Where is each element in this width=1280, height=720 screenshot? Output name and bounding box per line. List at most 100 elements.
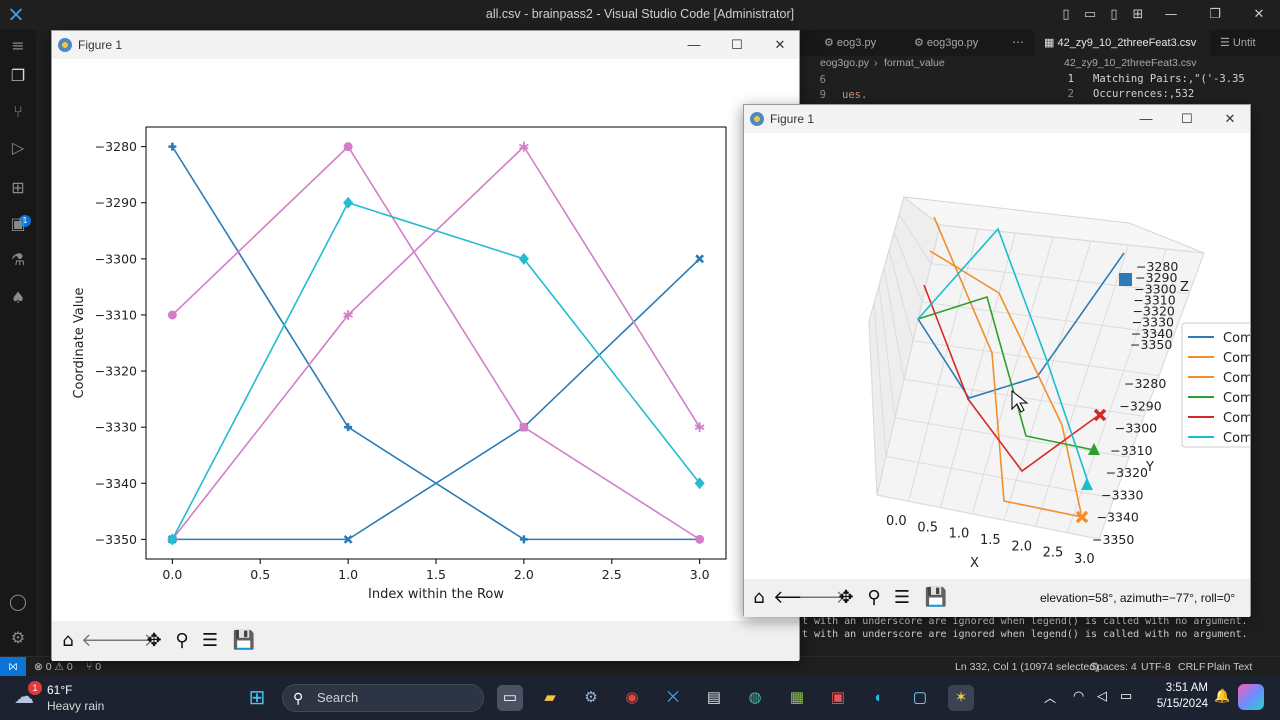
tab-eog3go[interactable]: ⚙ eog3go.py	[904, 30, 978, 56]
cursor-position[interactable]: Ln 332, Col 1 (10974 selected)	[955, 657, 1099, 677]
line-number: 6	[819, 74, 826, 86]
extensions-icon[interactable]: ⊞	[6, 176, 30, 200]
configure-subplots-icon[interactable]: ☰	[198, 629, 222, 653]
taskbar-search[interactable]: ⚲ Search	[282, 684, 484, 712]
tab-eog3[interactable]: ⚙ eog3.py	[814, 30, 876, 56]
battery-icon[interactable]: ▭	[1120, 688, 1132, 704]
minimize-icon[interactable]: —	[1124, 105, 1168, 133]
customize-layout-icon[interactable]: ⊞	[1127, 4, 1149, 26]
x-tick-label: 1.0	[949, 527, 970, 542]
edge-icon[interactable]: ◐	[866, 685, 892, 711]
leaf-extension-icon[interactable]: ♠	[6, 286, 30, 310]
accounts-icon[interactable]: ◯	[6, 590, 30, 614]
toggle-secondary-sidebar-icon[interactable]: ▯	[1103, 4, 1125, 26]
figure-titlebar[interactable]: Figure 1 — ☐ ✕	[744, 105, 1250, 133]
vscode-icon[interactable]: ⨉	[660, 685, 686, 711]
camera-app-icon[interactable]: ▢	[907, 685, 933, 711]
more-actions-icon[interactable]: ⋯	[1012, 35, 1024, 49]
breadcrumb-file[interactable]: eog3go.py	[820, 57, 869, 69]
file-explorer-icon[interactable]: ▰	[537, 685, 563, 711]
figure-canvas[interactable]: 0.0 0.5 1.0 1.5 2.0 2.5 3.0 X −3280 −3290 −3300 −33…	[744, 133, 1263, 579]
x-tick-label: 3.0	[1074, 552, 1095, 567]
close-icon[interactable]: ✕	[1208, 105, 1252, 133]
pan-icon[interactable]: ✥	[142, 629, 166, 653]
home-icon[interactable]: ⌂	[747, 586, 771, 610]
notepad-icon[interactable]: ▤	[701, 685, 727, 711]
save-icon[interactable]: 💾	[232, 629, 256, 653]
y-tick-label: −3310	[1110, 443, 1152, 458]
terminal-output: t with an underscore are ignored when le…	[800, 615, 1280, 645]
forward-arrow-icon[interactable]: 🡒	[106, 629, 154, 653]
remote-explorer-icon[interactable]: ▣	[6, 212, 30, 236]
close-icon[interactable]: ✕	[758, 31, 802, 59]
y-tick-label: −3280	[95, 139, 137, 154]
errors-count: 0	[45, 661, 52, 673]
legend-label: Com	[1223, 371, 1250, 386]
wifi-icon[interactable]: ◠	[1073, 688, 1084, 704]
maximize-icon[interactable]: ☐	[1165, 105, 1209, 133]
start-windows-icon[interactable]: ⊞	[244, 685, 270, 711]
tab-label: eog3.py	[836, 37, 877, 49]
restore-icon[interactable]: ❐	[1204, 4, 1226, 26]
clock-date[interactable]: 5/15/2024	[1142, 698, 1208, 710]
clock-time[interactable]: 3:51 AM	[1152, 682, 1208, 694]
minimize-icon[interactable]: —	[672, 31, 716, 59]
settings-icon[interactable]: ⚙	[578, 685, 604, 711]
toggle-primary-sidebar-icon[interactable]: ▯	[1055, 4, 1077, 26]
task-view-icon[interactable]: ▭	[497, 685, 523, 711]
breadcrumb-symbol[interactable]: format_value	[884, 57, 945, 69]
figure-titlebar[interactable]: Figure 1 — ☐ ✕	[52, 31, 799, 59]
forward-arrow-icon[interactable]: 🡒	[798, 586, 846, 610]
show-hidden-icons[interactable]: ︿	[1044, 689, 1056, 706]
zoom-icon[interactable]: ⚲	[170, 629, 194, 653]
tab-untitled[interactable]: ☰ Untit	[1210, 30, 1256, 56]
configure-subplots-icon[interactable]: ☰	[890, 586, 914, 610]
notification-bell-icon[interactable]: 🔔	[1214, 688, 1230, 704]
y-tick-label: −3280	[1124, 376, 1166, 391]
back-arrow-icon[interactable]: 🡐	[773, 586, 821, 610]
figure-canvas[interactable]: 0.0 0.5 1.0 1.5 2.0 2.5 3.0 −3280 −3290 −3300 −331…	[52, 59, 799, 621]
data-point	[343, 142, 353, 152]
menu-icon[interactable]: ≡	[6, 34, 30, 58]
remote-indicator-icon[interactable]: ⨝	[0, 657, 26, 677]
y-axis-label: Coordinate Value	[72, 287, 87, 398]
zoom-icon[interactable]: ⚲	[862, 586, 886, 610]
y-tick-label: −3330	[95, 420, 137, 435]
explorer-icon[interactable]: ❐	[6, 64, 30, 88]
home-icon[interactable]: ⌂	[56, 629, 80, 653]
x-tick-label: 1.0	[338, 567, 358, 582]
y-tick-label: −3350	[1092, 532, 1134, 547]
figure-toolbar: ⌂ 🡐 🡒 ✥ ⚲ ☰ 💾 elevation=58°, azimuth=−77…	[744, 579, 1250, 617]
toggle-panel-icon[interactable]: ▭	[1079, 4, 1101, 26]
y-tick-label: −3300	[95, 251, 137, 266]
tab-label: eog3go.py	[926, 37, 979, 49]
eol[interactable]: CRLF	[1178, 657, 1205, 677]
z-tick-label: −3350	[1130, 337, 1172, 352]
maximize-icon[interactable]: ☐	[715, 31, 759, 59]
minimize-icon[interactable]: —	[1160, 4, 1182, 26]
source-control-icon[interactable]: ⑂	[6, 100, 30, 124]
tab-csv[interactable]: ▦ 42_zy9_10_2threeFeat3.csv	[1034, 30, 1210, 56]
volume-icon[interactable]: ◁	[1097, 688, 1107, 704]
search-icon: ⚲	[293, 690, 304, 706]
weather-temp[interactable]: 61°F	[47, 683, 72, 697]
run-debug-icon[interactable]: ▷	[6, 136, 30, 160]
weather-desc[interactable]: Heavy rain	[47, 699, 104, 713]
back-arrow-icon[interactable]: 🡐	[81, 629, 129, 653]
save-icon[interactable]: 💾	[924, 586, 948, 610]
close-icon[interactable]: ✕	[1248, 4, 1270, 26]
encoding[interactable]: UTF-8	[1141, 657, 1171, 677]
app-sheet-icon[interactable]: ▦	[784, 685, 810, 711]
language-mode[interactable]: Plain Text	[1207, 657, 1252, 677]
pan-icon[interactable]: ✥	[834, 586, 858, 610]
python-figure-icon[interactable]: ✶	[948, 685, 974, 711]
app-globe-icon[interactable]: ◍	[742, 685, 768, 711]
code-line: Matching Pairs:,"('-3.35	[1093, 73, 1245, 85]
app-media-icon[interactable]: ▣	[825, 685, 851, 711]
copilot-icon[interactable]	[1238, 684, 1264, 710]
manage-gear-icon[interactable]: ⚙	[6, 626, 30, 650]
indentation[interactable]: Spaces: 4	[1090, 657, 1137, 677]
chrome-icon[interactable]: ◉	[619, 685, 645, 711]
testing-icon[interactable]: ⚗	[6, 248, 30, 272]
breadcrumb-csv[interactable]: 42_zy9_10_2threeFeat3.csv	[1064, 57, 1197, 69]
